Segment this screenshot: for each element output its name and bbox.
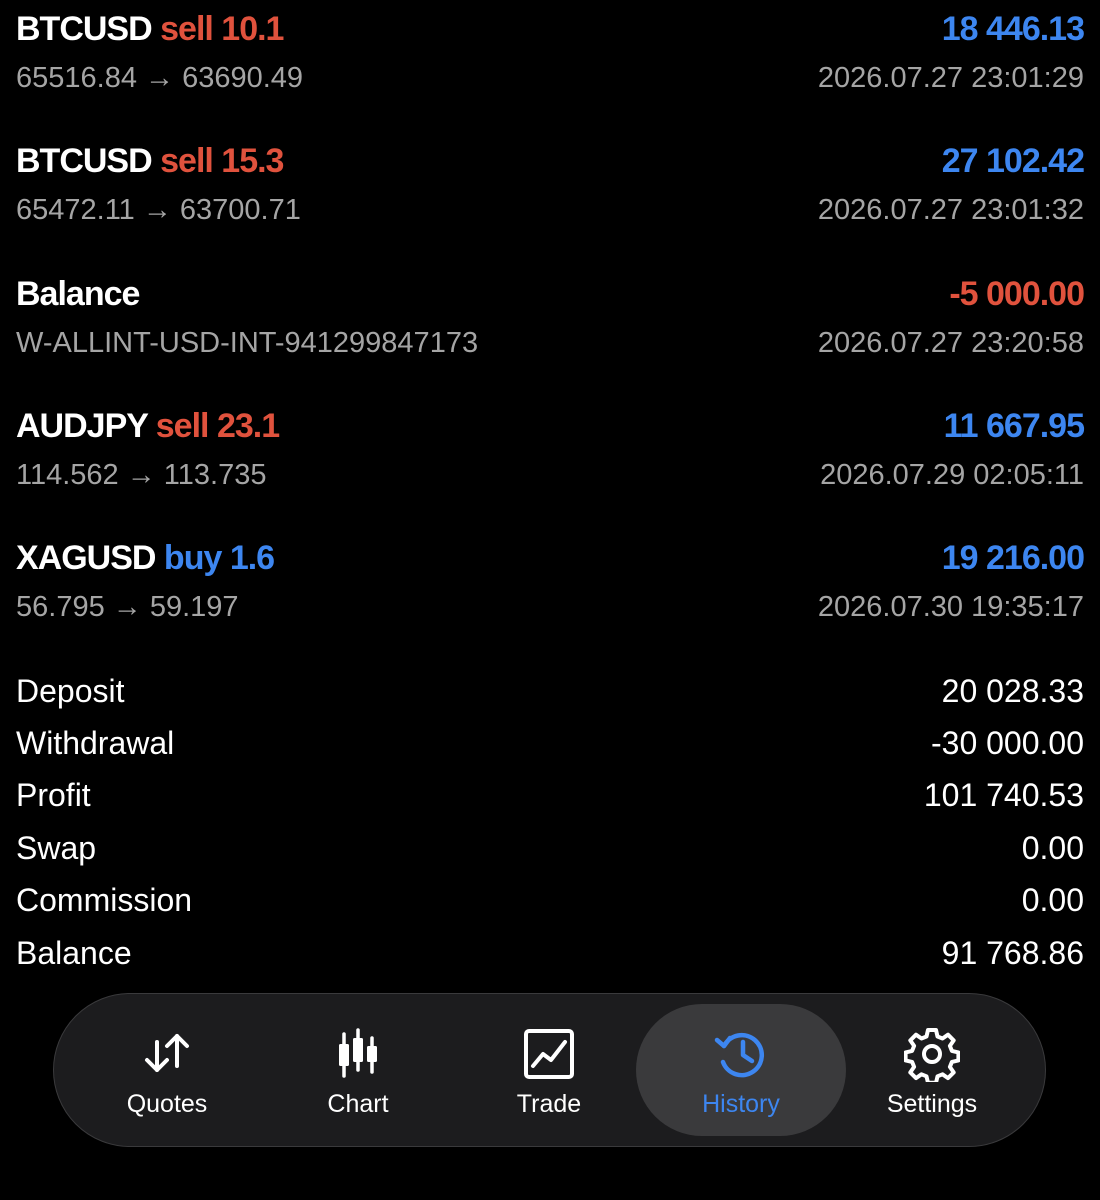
tab-trade-label: Trade [516, 1090, 582, 1118]
summary-value: 0.00 [1021, 829, 1084, 866]
deal-profit: 11 667.95 [943, 407, 1085, 445]
deal-symbol: XAGUSD [16, 539, 156, 577]
trade-chart-icon [524, 1029, 574, 1079]
deal-volume: 1.6 [229, 539, 275, 577]
summary-label: Swap [16, 829, 97, 866]
deal-row[interactable]: XAGUSD buy 1.6 19 216.00 56.795 → 59.197… [16, 529, 1085, 639]
tab-quotes-label: Quotes [126, 1090, 208, 1118]
tab-history-label: History [702, 1090, 780, 1118]
summary-value: 91 768.86 [941, 934, 1084, 971]
deal-volume: 23.1 [216, 407, 280, 445]
summary-label: Deposit [16, 672, 125, 709]
summary-label: Withdrawal [16, 724, 175, 761]
summary-value: 20 028.33 [941, 672, 1084, 709]
summary-withdrawal: Withdrawal -30 000.00 [16, 717, 1084, 769]
deal-prices: 114.562 → 113.735 [16, 459, 267, 491]
deal-time: 2026.07.27 23:01:29 [817, 62, 1084, 94]
deal-symbol: AUDJPY [16, 407, 148, 445]
deal-volume: 15.3 [221, 142, 284, 180]
deal-comment: W-ALLINT-USD-INT-941299847173 [16, 327, 479, 359]
deal-prices: 65516.84 → 63690.49 [16, 62, 304, 94]
deal-profit: 19 216.00 [941, 539, 1085, 577]
deal-symbol: BTCUSD [16, 142, 153, 180]
summary-swap: Swap 0.00 [16, 822, 1084, 874]
summary-label: Profit [16, 776, 91, 813]
deal-profit: -5 000.00 [949, 275, 1085, 313]
deal-side: buy [163, 539, 222, 577]
summary-balance: Balance 91 768.86 [16, 927, 1084, 979]
deal-time: 2026.07.30 19:35:17 [817, 591, 1084, 623]
deal-symbol: BTCUSD [16, 10, 153, 48]
tab-quotes[interactable]: Quotes [62, 1004, 272, 1136]
deal-prices: 56.795 → 59.197 [16, 591, 239, 623]
deal-row[interactable]: Balance -5 000.00 W-ALLINT-USD-INT-94129… [16, 265, 1085, 375]
tab-settings[interactable]: Settings [827, 1004, 1037, 1136]
deal-profit: 27 102.42 [941, 142, 1085, 180]
deal-side: sell [160, 142, 214, 180]
summary-profit: Profit 101 740.53 [16, 769, 1084, 821]
tab-chart[interactable]: Chart [253, 1004, 463, 1136]
summary-label: Commission [16, 881, 193, 918]
deal-time: 2026.07.27 23:01:32 [817, 194, 1084, 226]
candlestick-icon [339, 1028, 377, 1078]
deal-symbol: Balance [16, 275, 140, 313]
tab-settings-label: Settings [886, 1090, 978, 1118]
summary-label: Balance [16, 934, 132, 971]
summary-deposit: Deposit 20 028.33 [16, 665, 1084, 717]
deal-side: sell [155, 407, 210, 445]
tab-trade[interactable]: Trade [444, 1004, 654, 1136]
deal-time: 2026.07.27 23:20:58 [817, 327, 1084, 359]
deal-row[interactable]: BTCUSD sell 10.1 18 446.13 65516.84 → 63… [16, 0, 1085, 110]
deal-prices: 65472.11 → 63700.71 [16, 194, 301, 226]
history-clock-icon [714, 1032, 764, 1078]
gear-icon [904, 1028, 960, 1082]
deal-time: 2026.07.29 02:05:11 [820, 459, 1084, 491]
deal-row[interactable]: AUDJPY sell 23.1 11 667.95 114.562 → 113… [16, 397, 1085, 507]
tab-bar: Quotes Chart Trade History Settings [53, 993, 1046, 1147]
tab-history[interactable]: History [636, 1004, 846, 1136]
deal-volume: 10.1 [221, 10, 284, 48]
summary-value: 101 740.53 [923, 776, 1084, 813]
tab-chart-label: Chart [327, 1090, 389, 1118]
deal-profit: 18 446.13 [941, 10, 1085, 48]
summary-value: 0.00 [1021, 881, 1084, 918]
summary-value: -30 000.00 [930, 724, 1084, 761]
quotes-arrows-icon [145, 1034, 189, 1072]
summary-commission: Commission 0.00 [16, 874, 1084, 926]
deal-side: sell [160, 10, 214, 48]
deal-row[interactable]: BTCUSD sell 15.3 27 102.42 65472.11 → 63… [16, 132, 1085, 242]
